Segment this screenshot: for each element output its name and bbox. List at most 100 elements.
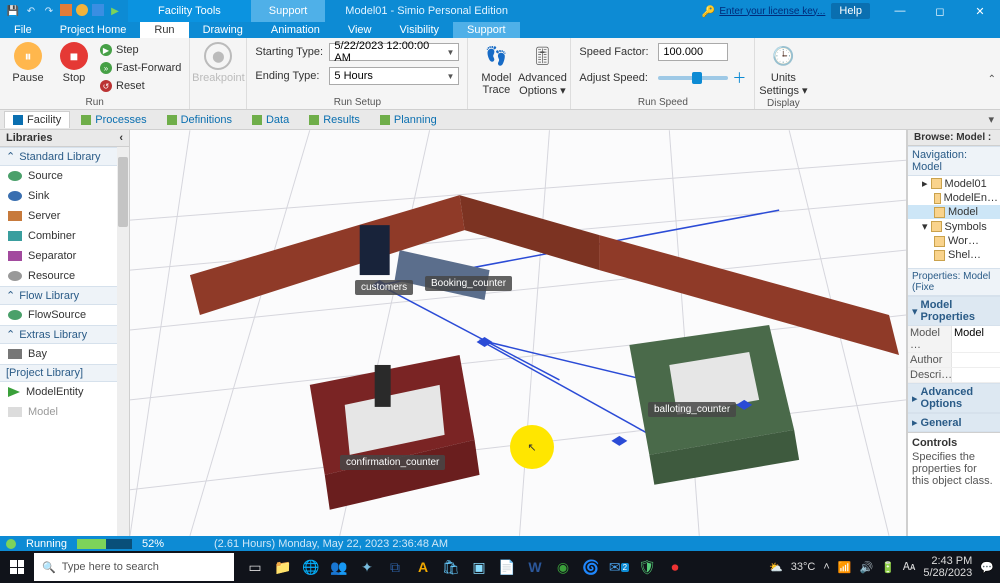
app-icon-1[interactable]: ✦ [354, 554, 380, 580]
prop-author[interactable]: Author [908, 353, 1000, 368]
tab-project-home[interactable]: Project Home [46, 22, 141, 38]
security-icon[interactable]: 🛡 [634, 554, 660, 580]
maximize-button[interactable]: ◻ [920, 0, 960, 22]
speed-factor-input[interactable]: 100.000 [658, 43, 728, 61]
tree-wor[interactable]: Wor… [908, 234, 1000, 248]
stop-button[interactable]: ■ Stop [54, 42, 94, 84]
lib-item-resource[interactable]: Resource [0, 266, 129, 286]
tab-view[interactable]: View [334, 22, 386, 38]
reset-button[interactable]: ↺Reset [100, 78, 181, 94]
qat-btn-1[interactable] [60, 4, 72, 16]
tab-drawing[interactable]: Drawing [189, 22, 257, 38]
pause-button[interactable]: ⏸ Pause [8, 42, 48, 84]
tab-file[interactable]: File [0, 22, 46, 38]
view-tab-facility[interactable]: Facility [4, 111, 70, 128]
lib-item-combiner[interactable]: Combiner [0, 226, 129, 246]
taskbar-search[interactable]: 🔍 Type here to search [34, 553, 234, 581]
lib-item-modelentity[interactable]: ModelEntity [0, 382, 129, 402]
prop-model-name[interactable]: Model …Model [908, 326, 1000, 353]
plus-icon[interactable]: ＋ [732, 68, 746, 88]
tree-model01[interactable]: ▸Model01 [908, 176, 1000, 191]
model-properties-section[interactable]: ▾Model Properties [908, 296, 1000, 326]
view-tab-planning[interactable]: Planning [371, 111, 446, 128]
tab-visibility[interactable]: Visibility [386, 22, 454, 38]
lib-item-server[interactable]: Server [0, 206, 129, 226]
collapse-ribbon-icon[interactable]: ⌃ [988, 74, 996, 85]
redo-icon[interactable]: ↷ [42, 4, 56, 18]
teams-icon[interactable]: 👥 [326, 554, 352, 580]
tree-modelentity[interactable]: ModelEn… [908, 191, 1000, 205]
edge-icon[interactable]: 🌀 [578, 554, 604, 580]
minimize-button[interactable]: — [880, 0, 920, 22]
advanced-options-button[interactable]: 🎚Advanced Options ▾ [522, 42, 562, 97]
adjust-speed-slider[interactable] [658, 76, 728, 80]
play-icon[interactable]: ▶ [108, 4, 122, 18]
tree-symbols[interactable]: ▾Symbols [908, 219, 1000, 234]
task-view-icon[interactable]: ▭ [242, 554, 268, 580]
word-icon[interactable]: W [522, 554, 548, 580]
volume-icon[interactable]: 🔊 [860, 561, 874, 574]
view-tab-data[interactable]: Data [243, 111, 298, 128]
starting-type-combo[interactable]: 5/22/2023 12:00:00 AM▼ [329, 43, 459, 61]
app-icon-3[interactable]: 📄 [494, 554, 520, 580]
taskbar-clock[interactable]: 2:43 PM 5/28/2023 [923, 555, 972, 579]
model-trace-button[interactable]: 👣Model Trace [476, 42, 516, 96]
prop-description[interactable]: Descri… [908, 368, 1000, 383]
lib-section-flow[interactable]: ⌃Flow Library [0, 286, 129, 305]
store-icon[interactable]: 🛍 [438, 554, 464, 580]
lib-section-extras[interactable]: ⌃Extras Library [0, 325, 129, 344]
scroll-thumb[interactable] [118, 157, 128, 227]
lib-item-source[interactable]: Source [0, 166, 129, 186]
powershell-icon[interactable]: ⧉ [382, 554, 408, 580]
qat-btn-3[interactable] [92, 4, 104, 16]
lib-item-bay[interactable]: Bay [0, 344, 129, 364]
license-link[interactable]: Enter your license key... [719, 6, 825, 17]
weather-icon[interactable]: ⛅ [769, 561, 783, 574]
lib-section-standard[interactable]: ⌃Standard Library [0, 147, 129, 166]
network-icon[interactable]: 📶 [838, 561, 852, 574]
units-settings-button[interactable]: 🕒Units Settings ▾ [763, 42, 803, 97]
save-icon[interactable]: 💾 [6, 4, 20, 18]
ending-type-combo[interactable]: 5 Hours▼ [329, 67, 459, 85]
record-icon[interactable]: ⏺ [662, 554, 688, 580]
app-icon-2[interactable]: ▣ [466, 554, 492, 580]
mail-icon[interactable]: ✉2 [606, 554, 632, 580]
tab-animation[interactable]: Animation [257, 22, 334, 38]
lib-section-project[interactable]: [Project Library] [0, 364, 129, 382]
collapse-left-icon[interactable]: ‹ [119, 132, 123, 144]
app-icon-a[interactable]: A [410, 554, 436, 580]
tree-shel[interactable]: Shel… [908, 248, 1000, 262]
tree-model[interactable]: Model [908, 205, 1000, 219]
notifications-icon[interactable]: 💬 [980, 561, 994, 574]
tab-support[interactable]: Support [453, 22, 520, 38]
language-icon[interactable]: 🗛 [903, 561, 915, 574]
lib-item-separator[interactable]: Separator [0, 246, 129, 266]
start-button[interactable] [0, 551, 34, 583]
libraries-scrollbar[interactable] [117, 147, 129, 536]
lib-item-flowsource[interactable]: FlowSource [0, 305, 129, 325]
view-dropdown-icon[interactable]: ▾ [982, 113, 1000, 126]
advanced-options-section[interactable]: ▸Advanced Options [908, 383, 1000, 413]
view-tab-definitions[interactable]: Definitions [158, 111, 241, 128]
slider-thumb[interactable] [692, 72, 702, 84]
file-explorer-icon[interactable]: 📁 [270, 554, 296, 580]
facility-canvas[interactable]: customers Booking_counter confirmation_c… [130, 130, 907, 536]
model-icon [8, 407, 22, 417]
lib-item-model[interactable]: Model [0, 402, 129, 422]
chrome-icon[interactable]: 🌐 [298, 554, 324, 580]
qat-btn-2[interactable] [76, 4, 88, 16]
undo-icon[interactable]: ↶ [24, 4, 38, 18]
tab-run[interactable]: Run [140, 22, 188, 38]
close-button[interactable]: ✕ [960, 0, 1000, 22]
lib-item-sink[interactable]: Sink [0, 186, 129, 206]
view-tab-results[interactable]: Results [300, 111, 369, 128]
units-label: Units Settings ▾ [759, 72, 807, 97]
general-section[interactable]: ▸General [908, 413, 1000, 432]
simio-icon[interactable]: ◉ [550, 554, 576, 580]
step-button[interactable]: ▶Step [100, 42, 181, 58]
fast-forward-button[interactable]: »Fast-Forward [100, 60, 181, 76]
data-icon [252, 115, 262, 125]
view-tab-processes[interactable]: Processes [72, 111, 155, 128]
battery-icon[interactable]: 🔋 [881, 561, 895, 574]
help-button[interactable]: Help [831, 3, 870, 19]
